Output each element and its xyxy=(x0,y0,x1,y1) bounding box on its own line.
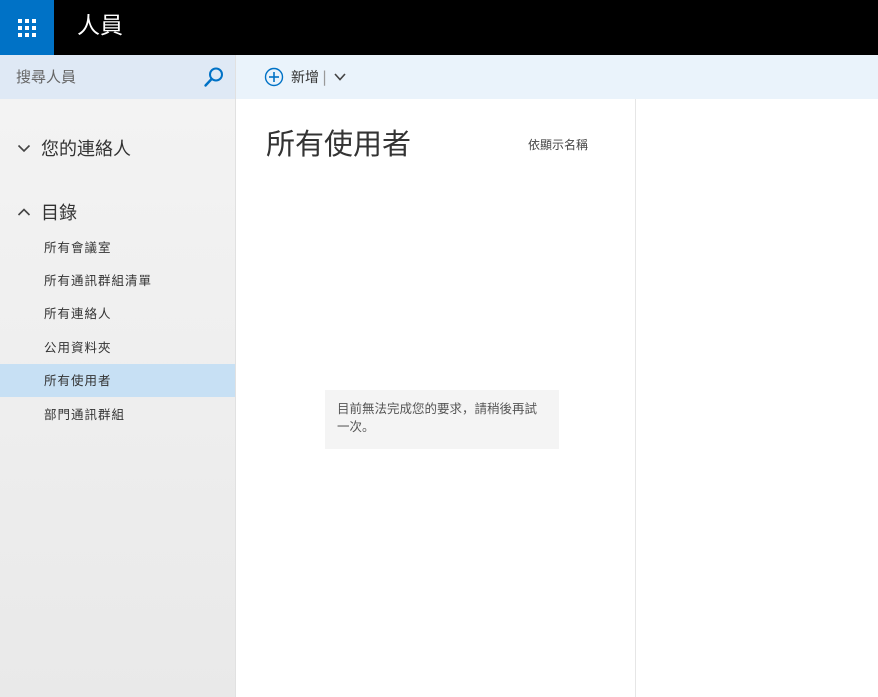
page-title: 所有使用者 xyxy=(266,127,412,161)
app-launcher-button[interactable] xyxy=(0,0,54,55)
directory-group-header[interactable]: 目錄 xyxy=(0,194,235,230)
directory-group-label: 目錄 xyxy=(41,203,77,224)
search-icon[interactable] xyxy=(203,66,225,88)
top-bar: 人員 xyxy=(0,0,878,55)
sidebar: 您的連絡人 目錄 所有會議室 所有通訊群組清單 所有連絡人 公用資料夾 所有使用… xyxy=(0,55,236,697)
new-button-label: 新增 xyxy=(291,70,319,86)
error-message: 目前無法完成您的要求，請稍後再試一次。 xyxy=(325,390,559,449)
new-button-separator: | xyxy=(322,68,328,86)
chevron-down-icon xyxy=(17,144,31,153)
new-button[interactable]: 新增 | xyxy=(264,65,327,89)
chevron-down-icon[interactable] xyxy=(333,71,347,83)
contacts-group-label: 您的連絡人 xyxy=(41,139,131,160)
sidebar-item-public-folders[interactable]: 公用資料夾 xyxy=(0,331,235,364)
sidebar-item-all-rooms[interactable]: 所有會議室 xyxy=(0,231,235,264)
contacts-group-header[interactable]: 您的連絡人 xyxy=(0,130,235,166)
sidebar-item-department-groups[interactable]: 部門通訊群組 xyxy=(0,398,235,431)
search-input[interactable] xyxy=(0,55,195,99)
search-box xyxy=(0,55,235,99)
sidebar-item-all-contacts[interactable]: 所有連絡人 xyxy=(0,297,235,330)
app-title: 人員 xyxy=(77,13,123,39)
plus-circle-icon xyxy=(264,67,284,87)
list-pane: 所有使用者 依顯示名稱 目前無法完成您的要求，請稍後再試一次。 xyxy=(236,99,636,697)
command-bar: 新增 | xyxy=(236,55,878,99)
reading-pane xyxy=(637,99,878,697)
chevron-up-icon xyxy=(17,208,31,216)
sort-dropdown[interactable]: 依顯示名稱 xyxy=(528,136,588,153)
sidebar-item-all-distribution-lists[interactable]: 所有通訊群組清單 xyxy=(0,264,235,297)
waffle-icon xyxy=(18,18,36,37)
sidebar-item-all-users[interactable]: 所有使用者 xyxy=(0,364,235,397)
